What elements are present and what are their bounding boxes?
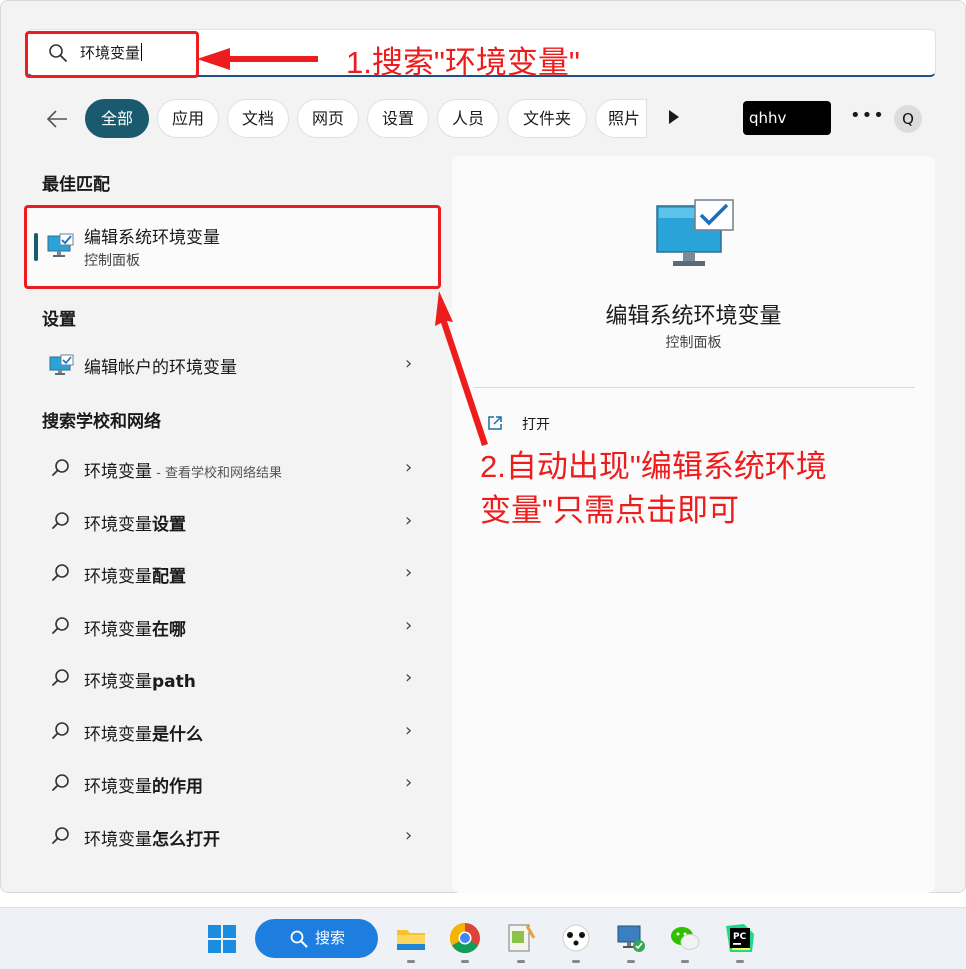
notepad-icon[interactable] bbox=[505, 922, 537, 954]
running-indicator bbox=[517, 960, 525, 963]
taskbar: 搜索 PC bbox=[0, 907, 966, 969]
windows-start-icon[interactable] bbox=[207, 924, 237, 954]
chrome-icon[interactable] bbox=[449, 922, 481, 954]
running-indicator bbox=[407, 960, 415, 963]
annotation-step-1: 1.搜索"环境变量" bbox=[346, 45, 580, 80]
running-indicator bbox=[681, 960, 689, 963]
remote-desktop-icon[interactable] bbox=[615, 922, 647, 954]
running-indicator bbox=[461, 960, 469, 963]
annotation-arrow-1 bbox=[197, 48, 318, 70]
running-indicator bbox=[627, 960, 635, 963]
annotation-arrow-2 bbox=[435, 291, 488, 446]
search-icon bbox=[290, 930, 308, 948]
file-explorer-icon[interactable] bbox=[395, 922, 427, 954]
taskbar-search-label: 搜索 bbox=[315, 929, 346, 947]
annotation-step-2-line-2: 变量"只需点击即可 bbox=[480, 493, 740, 528]
running-indicator bbox=[736, 960, 744, 963]
wechat-icon[interactable] bbox=[669, 922, 701, 954]
running-indicator bbox=[572, 960, 580, 963]
pycharm-icon[interactable]: PC bbox=[724, 922, 756, 954]
annotation-step-2-line-1: 2.自动出现"编辑系统环境 bbox=[480, 449, 827, 484]
panda-app-icon[interactable] bbox=[560, 922, 592, 954]
taskbar-search-button[interactable]: 搜索 bbox=[255, 919, 378, 958]
svg-text:PC: PC bbox=[733, 932, 747, 942]
